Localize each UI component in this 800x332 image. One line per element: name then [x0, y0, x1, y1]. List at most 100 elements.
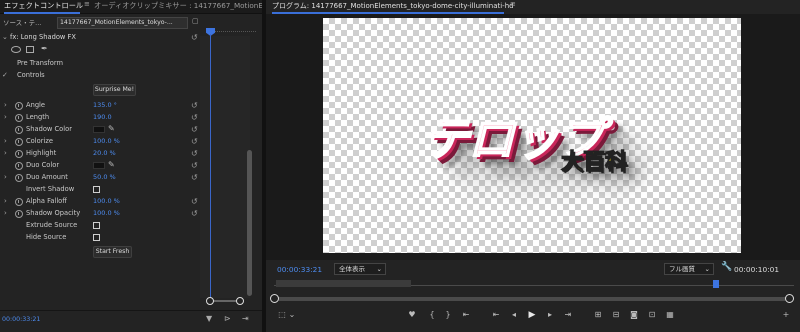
param-value[interactable]: 100.0 %: [93, 197, 120, 205]
param-value[interactable]: 135.0 °: [93, 101, 117, 109]
panel-tab-bar: エフェクトコントロール ≡ オーディオクリップミキサー : 14177667_M…: [0, 0, 263, 14]
quality-select[interactable]: フル画質 ⌄: [664, 263, 714, 275]
reset-icon[interactable]: ↺: [191, 161, 198, 170]
stopwatch-icon[interactable]: [15, 198, 23, 206]
param-value[interactable]: 20.0 %: [93, 149, 116, 157]
reset-icon[interactable]: ↺: [191, 125, 198, 134]
reset-icon[interactable]: ↺: [191, 33, 198, 42]
zoom-handle-right[interactable]: [236, 297, 244, 305]
surprise-me-button[interactable]: Surprise Me!: [93, 84, 136, 96]
param-value[interactable]: 100.0 %: [93, 209, 120, 217]
panel-menu-icon[interactable]: ≡: [510, 0, 516, 8]
param-label: Angle: [26, 101, 46, 109]
param-value[interactable]: 190.0: [93, 113, 112, 121]
chevron-down-icon[interactable]: ⌄: [2, 33, 8, 41]
current-timecode[interactable]: 00:00:33:21: [277, 265, 322, 274]
chevron-right-icon[interactable]: ›: [4, 197, 7, 205]
timeline-toggle-icon[interactable]: ▢: [192, 17, 199, 25]
color-swatch[interactable]: [93, 126, 105, 133]
go-to-in-icon[interactable]: ⇤: [460, 310, 472, 319]
reset-icon[interactable]: ↺: [191, 113, 198, 122]
monitor-playhead[interactable]: [713, 280, 719, 288]
chevron-right-icon[interactable]: ›: [4, 209, 7, 217]
param-row-alpha-falloff: › Alpha Falloff 100.0 % ↺: [0, 197, 200, 209]
play-icon[interactable]: ▶: [526, 310, 538, 320]
reset-icon[interactable]: ↺: [191, 209, 198, 218]
mark-out-icon[interactable]: }: [442, 310, 454, 319]
param-row-colorize: › Colorize 100.0 % ↺: [0, 137, 200, 149]
param-value[interactable]: 100.0 %: [93, 137, 120, 145]
ellipse-mask-icon[interactable]: [11, 46, 21, 53]
stopwatch-icon[interactable]: [15, 114, 23, 122]
effect-header[interactable]: ⌄ fx: Long Shadow FX ↺: [0, 33, 200, 45]
vertical-scrollbar[interactable]: [247, 150, 252, 296]
chevron-right-icon[interactable]: ›: [4, 149, 7, 157]
multicam-icon[interactable]: ▦: [664, 310, 676, 319]
step-forward-icon[interactable]: ▸: [544, 310, 556, 319]
stopwatch-icon[interactable]: [15, 162, 23, 170]
add-marker-icon[interactable]: ♥: [406, 310, 418, 319]
param-value[interactable]: 50.0 %: [93, 173, 116, 181]
go-to-in-point-icon[interactable]: ⇤: [490, 310, 502, 319]
clip-selector[interactable]: 14177667_MotionElements_tokyo-...: [57, 17, 188, 29]
panel-menu-icon[interactable]: ≡: [84, 0, 90, 8]
mask-tools: ✒: [8, 44, 58, 55]
rectangle-mask-icon[interactable]: [26, 46, 34, 53]
reset-icon[interactable]: ↺: [191, 149, 198, 158]
color-swatch[interactable]: [93, 162, 105, 169]
param-row-shadow-opacity: › Shadow Opacity 100.0 % ↺: [0, 209, 200, 221]
monitor-zoom-scrollbar[interactable]: [274, 297, 794, 301]
reset-icon[interactable]: ↺: [191, 101, 198, 110]
wrench-icon[interactable]: 🔧: [721, 262, 732, 272]
chevron-right-icon[interactable]: ›: [4, 137, 7, 145]
eyedropper-icon[interactable]: ✎: [108, 124, 115, 133]
stopwatch-icon[interactable]: [15, 150, 23, 158]
chevron-right-icon[interactable]: ›: [4, 113, 7, 121]
stopwatch-icon[interactable]: [15, 138, 23, 146]
step-back-icon[interactable]: ◂: [508, 310, 520, 319]
chevron-right-icon[interactable]: ›: [4, 173, 7, 181]
reset-icon[interactable]: ↺: [191, 173, 198, 182]
stopwatch-icon[interactable]: [15, 174, 23, 182]
program-monitor-title[interactable]: プログラム: 14177667_MotionElements_tokyo-dom…: [272, 1, 514, 11]
reset-icon[interactable]: ↺: [191, 197, 198, 206]
source-selector[interactable]: ソース・テ...: [3, 17, 57, 29]
param-row-duo-color: Duo Color ✎ ↺: [0, 160, 200, 173]
tab-audio-clip-mixer[interactable]: オーディオクリップミキサー : 14177667_MotionE: [94, 1, 263, 11]
reset-icon[interactable]: ↺: [191, 137, 198, 146]
comparison-view-icon[interactable]: ⊡: [646, 310, 658, 319]
insert-icon[interactable]: ⊞: [592, 310, 604, 319]
chevron-right-icon[interactable]: ›: [4, 101, 7, 109]
video-canvas[interactable]: テロップ 大百科: [323, 18, 741, 253]
go-to-out-point-icon[interactable]: ⇥: [562, 310, 574, 319]
check-icon: ✓: [2, 71, 8, 79]
checkbox[interactable]: [93, 234, 100, 241]
zoom-handle-right[interactable]: [785, 294, 794, 303]
filter-icon[interactable]: ▼: [206, 314, 212, 323]
in-out-range: [276, 280, 411, 287]
stopwatch-icon[interactable]: [15, 102, 23, 110]
checkbox[interactable]: [93, 186, 100, 193]
start-fresh-button[interactable]: Start Fresh: [93, 246, 132, 258]
zoom-handle-left[interactable]: [206, 297, 214, 305]
param-row-shadow-color: Shadow Color ✎ ↺: [0, 124, 200, 137]
stopwatch-icon[interactable]: [15, 126, 23, 134]
overwrite-icon[interactable]: ⊟: [610, 310, 622, 319]
pen-mask-icon[interactable]: ✒: [41, 44, 48, 53]
export-frame-icon[interactable]: ◙: [628, 310, 640, 319]
keyframe-timeline-area[interactable]: [200, 36, 250, 298]
checkbox[interactable]: [93, 222, 100, 229]
monitor-time-ruler[interactable]: [274, 280, 794, 290]
timecode[interactable]: 00:00:33:21: [2, 316, 40, 323]
mark-in-icon[interactable]: {: [426, 310, 438, 319]
fit-select[interactable]: 全体表示 ⌄: [334, 263, 386, 275]
zoom-handle-left[interactable]: [270, 294, 279, 303]
tab-effect-controls[interactable]: エフェクトコントロール: [4, 1, 83, 11]
param-row-length: › Length 190.0 ↺: [0, 113, 200, 125]
stopwatch-icon[interactable]: [15, 210, 23, 218]
add-button-icon[interactable]: +: [780, 310, 792, 319]
chevron-down-icon[interactable]: ⌄: [286, 310, 298, 319]
export-icon[interactable]: ⇥: [242, 314, 249, 323]
play-only-audio-icon[interactable]: ⊳: [224, 314, 231, 323]
eyedropper-icon[interactable]: ✎: [108, 160, 115, 169]
